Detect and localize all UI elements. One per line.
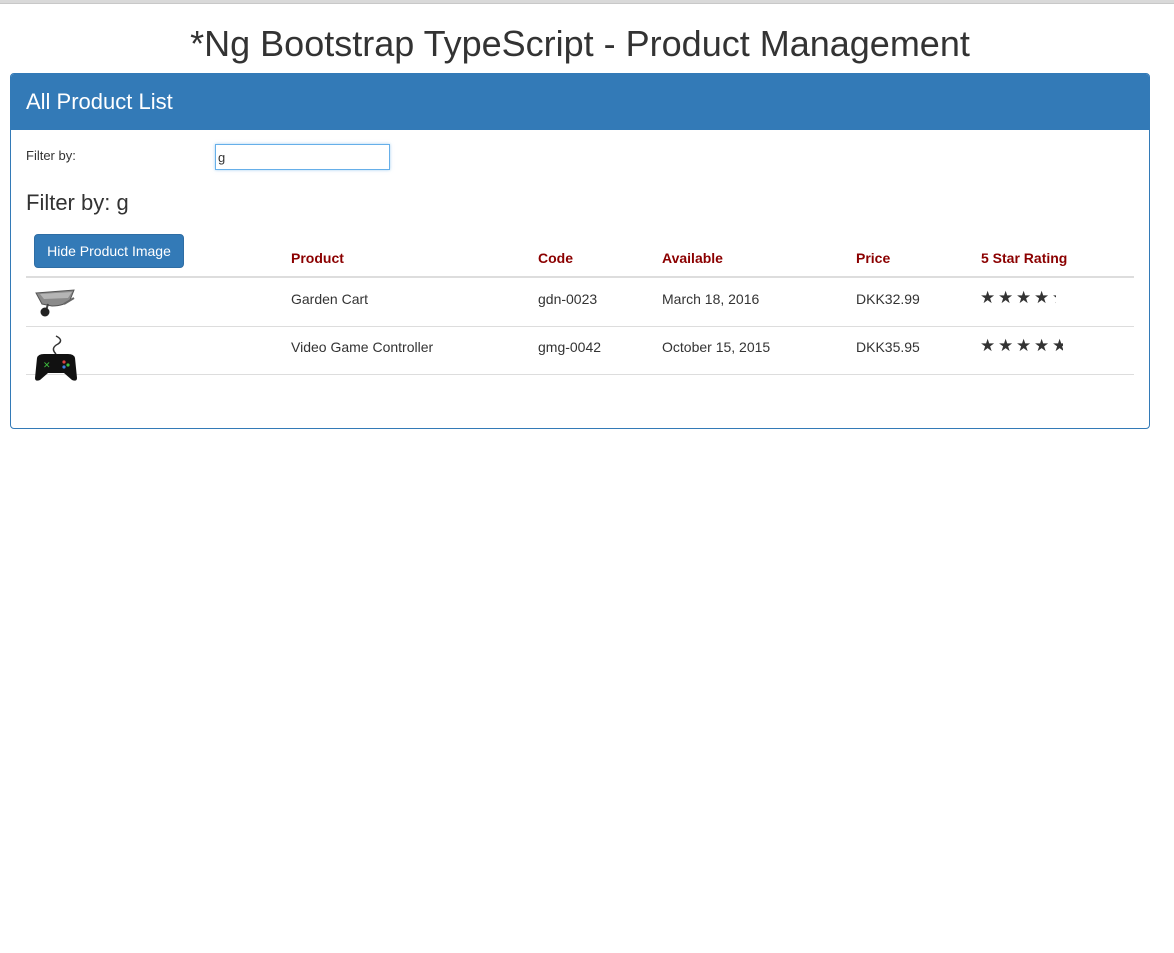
star-icon: ★ [998,288,1015,307]
star-icon: ★ [1052,288,1070,308]
filter-label: Filter by: [26,148,76,163]
star-icon: ★ [980,288,997,307]
game-controller-icon: ✕ [34,334,78,389]
product-code: gmg-0042 [538,339,602,355]
svg-text:✕: ✕ [43,361,51,371]
table-row: ✕ Video Game Controller gmg-0042 October… [26,326,1134,381]
star-icon: ★ [1016,288,1033,307]
product-price: DKK35.95 [856,339,920,355]
star-icon: ★ [1034,336,1051,355]
star-rating: ★ ★ ★ ★ ★ [980,288,1070,308]
table-row: Garden Cart gdn-0023 March 18, 2016 DKK3… [26,278,1134,327]
star-icon: ★ [998,336,1015,355]
product-available: October 15, 2015 [662,339,771,355]
filter-input[interactable] [215,144,390,170]
column-header-rating[interactable]: 5 Star Rating [981,250,1067,266]
product-name[interactable]: Garden Cart [291,291,368,307]
star-icon: ★ [1034,288,1051,307]
hide-product-image-button[interactable]: Hide Product Image [34,234,184,268]
browser-top-border [0,0,1174,4]
star-icon: ★ [980,336,997,355]
panel-heading: All Product List [11,74,1149,130]
star-icon: ★ [1052,336,1070,356]
page-title: *Ng Bootstrap TypeScript - Product Manag… [190,23,970,64]
column-header-price[interactable]: Price [856,250,890,266]
column-header-product[interactable]: Product [291,250,344,266]
product-price: DKK32.99 [856,291,920,307]
product-name[interactable]: Video Game Controller [291,339,433,355]
filter-heading: Filter by: g [26,190,129,215]
column-header-available[interactable]: Available [662,250,723,266]
star-icon: ★ [1016,336,1033,355]
product-list-panel: All Product List Filter by: Filter by: g… [10,73,1150,429]
column-header-code[interactable]: Code [538,250,573,266]
product-code: gdn-0023 [538,291,598,307]
product-available: March 18, 2016 [662,291,760,307]
garden-cart-icon [34,284,78,323]
star-rating: ★ ★ ★ ★ ★ [980,336,1070,356]
